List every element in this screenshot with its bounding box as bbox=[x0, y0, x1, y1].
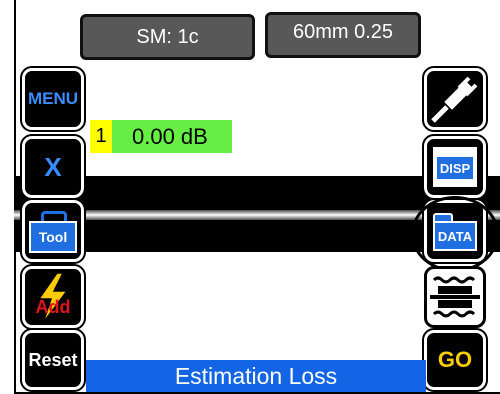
reset-label: Reset bbox=[28, 349, 78, 370]
menu-label: MENU bbox=[27, 89, 79, 108]
close-icon: X bbox=[44, 151, 62, 182]
close-button[interactable]: X bbox=[20, 134, 86, 200]
loss-value: 0.00 dB bbox=[112, 120, 232, 153]
reset-button[interactable]: Reset bbox=[20, 328, 86, 392]
add-button[interactable]: Add bbox=[20, 264, 86, 330]
go-label: GO bbox=[437, 347, 473, 372]
disp-button[interactable]: DISP bbox=[422, 134, 488, 200]
display-icon: DISP bbox=[431, 145, 479, 189]
selection-ring bbox=[411, 196, 499, 272]
menu-button[interactable]: MENU bbox=[20, 66, 86, 132]
toolbox-icon: Tool bbox=[29, 209, 77, 253]
go-button[interactable]: GO bbox=[422, 328, 488, 392]
mode-label: SM: 1c bbox=[136, 25, 199, 48]
tool-button[interactable]: Tool bbox=[20, 198, 86, 264]
add-label: Add bbox=[35, 296, 71, 317]
mode-indicator[interactable]: SM: 1c bbox=[80, 14, 255, 60]
tool-label: Tool bbox=[38, 229, 68, 245]
power-button[interactable] bbox=[422, 66, 488, 132]
fiber-label: 60mm 0.25 bbox=[292, 21, 394, 43]
status-text: Estimation Loss bbox=[174, 362, 338, 389]
fiber-indicator[interactable]: 60mm 0.25 bbox=[265, 12, 421, 58]
fiber-holder-icon bbox=[430, 276, 480, 318]
status-bar: Estimation Loss bbox=[86, 360, 426, 392]
disp-label: DISP bbox=[439, 160, 471, 176]
loss-index: 1 bbox=[90, 120, 112, 153]
fiber-holder-button[interactable] bbox=[424, 266, 486, 328]
plug-icon bbox=[431, 76, 478, 123]
loss-readout: 1 0.00 dB bbox=[90, 120, 232, 153]
